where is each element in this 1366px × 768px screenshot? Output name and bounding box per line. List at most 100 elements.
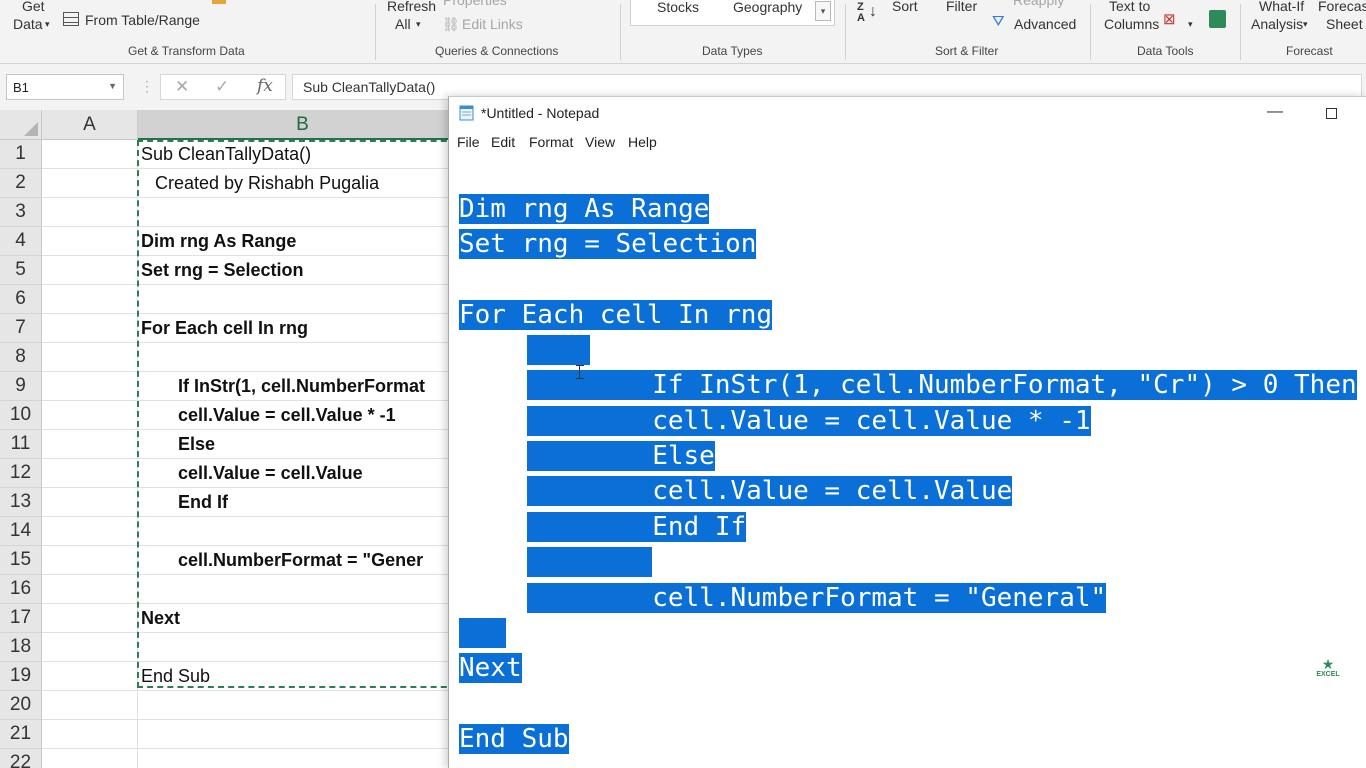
notepad-menu-bar: File Edit Format View Help [449, 129, 1366, 155]
reapply-button[interactable]: Reapply [1013, 0, 1064, 8]
row-header[interactable]: 14 [0, 517, 42, 546]
notepad-window[interactable]: *Untitled - Notepad — File Edit Format V… [448, 96, 1366, 768]
group-label-forecast: Forecast [1286, 44, 1333, 58]
notepad-title-bar[interactable]: *Untitled - Notepad — [449, 97, 1366, 129]
row-header[interactable]: 20 [0, 691, 42, 720]
notepad-icon [459, 105, 474, 121]
menu-file[interactable]: File [457, 134, 480, 150]
notepad-text-area[interactable]: Dim rng As Range Set rng = Selection For… [449, 155, 1366, 768]
row-header[interactable]: 19 [0, 662, 42, 691]
row-header[interactable]: 16 [0, 575, 42, 604]
properties-button[interactable]: Properties [443, 0, 507, 8]
enter-icon[interactable]: ✓ [215, 77, 229, 97]
insert-function-icon[interactable]: fx [257, 76, 273, 96]
get-data-button[interactable]: Get [22, 0, 45, 14]
code-line: If InStr(1, cell.NumberFormat, "Cr") > 0… [527, 367, 1357, 403]
from-table-range-button[interactable]: From Table/Range [85, 12, 200, 28]
menu-view[interactable]: View [585, 134, 615, 150]
edit-links-button[interactable]: Edit Links [462, 16, 523, 32]
forecast-sheet-label[interactable]: Sheet [1326, 16, 1363, 32]
forecast-sheet-button[interactable]: Forecast [1318, 0, 1366, 14]
edit-links-icon: ⛓ [442, 16, 460, 32]
advanced-filter-icon: ⛛ [992, 13, 1005, 30]
code-line: Else [527, 438, 715, 474]
selected-text: For Each cell In rng [459, 300, 773, 330]
existing-connections-icon[interactable] [212, 0, 226, 4]
group-label-get-transform: Get & Transform Data [128, 44, 245, 58]
menu-help[interactable]: Help [628, 134, 657, 150]
maximize-button[interactable] [1317, 101, 1345, 125]
selected-text: Next [459, 653, 522, 683]
notepad-title: *Untitled - Notepad [481, 105, 600, 121]
chevron-down-icon[interactable]: ▾ [1188, 16, 1193, 32]
formula-bar-buttons: ✕ ✓ fx [160, 74, 286, 100]
row-header[interactable]: 3 [0, 198, 42, 227]
row-header[interactable]: 10 [0, 401, 42, 430]
group-separator [1240, 4, 1241, 60]
code-line [527, 544, 653, 580]
select-all-button[interactable] [0, 110, 42, 140]
sort-z-to-a-icon[interactable]: ZA [857, 2, 865, 24]
sort-button[interactable]: Sort [892, 0, 918, 14]
row-header[interactable]: 22 [0, 749, 42, 768]
minimize-button[interactable]: — [1261, 101, 1289, 125]
row-header[interactable]: 15 [0, 546, 42, 575]
refresh-all-button[interactable]: Refresh [387, 0, 436, 14]
code-line: Dim rng As Range [459, 191, 710, 227]
geography-data-type[interactable]: Geography [733, 0, 802, 15]
row-header[interactable]: 17 [0, 604, 42, 633]
text-cursor-icon [576, 365, 584, 379]
row-header[interactable]: 6 [0, 285, 42, 314]
selected-text: cell.Value = cell.Value * -1 [527, 406, 1091, 436]
data-model-icon[interactable] [1209, 10, 1226, 28]
row-header[interactable]: 4 [0, 227, 42, 256]
row-header[interactable]: 21 [0, 720, 42, 749]
cancel-icon[interactable]: ✕ [175, 77, 189, 97]
row-header[interactable]: 1 [0, 140, 42, 169]
spreadsheet-grid[interactable]: A B 1 2 3 4 5 6 7 8 9 10 11 12 13 14 15 … [0, 110, 460, 768]
group-separator [1090, 4, 1091, 60]
formula-bar-grip-icon[interactable]: ⋮ [140, 78, 154, 95]
group-label-data-tools: Data Tools [1137, 44, 1194, 58]
filter-button[interactable]: Filter [946, 0, 977, 14]
menu-format[interactable]: Format [529, 134, 573, 150]
code-line: cell.Value = cell.Value [527, 473, 1013, 509]
column-header-a[interactable]: A [42, 110, 138, 140]
gridline [42, 748, 460, 749]
selected-text: cell.NumberFormat = "General" [527, 583, 1107, 613]
name-box[interactable]: B1 ▼ [6, 74, 124, 100]
code-line: Set rng = Selection [459, 226, 757, 262]
selected-text: Set rng = Selection [459, 229, 757, 259]
advanced-filter-button[interactable]: Advanced [1014, 16, 1076, 32]
get-data-button-label[interactable]: Data [13, 16, 43, 32]
chevron-down-icon[interactable]: ▾ [1303, 16, 1308, 32]
refresh-all-label[interactable]: All [395, 16, 411, 32]
row-header[interactable]: 18 [0, 633, 42, 662]
excel-logo-watermark: ★ EXCEL [1311, 657, 1345, 697]
column-header-b[interactable]: B [138, 110, 460, 140]
remove-duplicates-icon[interactable]: ⊠ [1163, 12, 1176, 28]
what-if-analysis-label[interactable]: Analysis [1251, 16, 1303, 32]
row-header[interactable]: 5 [0, 256, 42, 285]
text-to-columns-button[interactable]: Text to [1109, 0, 1150, 14]
row-header[interactable]: 11 [0, 430, 42, 459]
row-header[interactable]: 2 [0, 169, 42, 198]
row-header[interactable]: 9 [0, 372, 42, 401]
menu-edit[interactable]: Edit [491, 134, 515, 150]
code-line: cell.NumberFormat = "General" [527, 580, 1107, 616]
code-line: cell.Value = cell.Value * -1 [527, 403, 1091, 439]
gallery-expand-icon[interactable]: ▾ [815, 1, 831, 21]
sort-arrow-icon: ↓ [869, 3, 877, 20]
row-header[interactable]: 7 [0, 314, 42, 343]
data-types-gallery[interactable]: Stocks Geography ▾ [630, 0, 835, 26]
selected-text [527, 335, 590, 365]
text-to-columns-label[interactable]: Columns [1104, 16, 1159, 32]
stocks-data-type[interactable]: Stocks [657, 0, 699, 15]
what-if-analysis-button[interactable]: What-If [1259, 0, 1304, 14]
row-header[interactable]: 8 [0, 343, 42, 372]
chevron-down-icon[interactable]: ▾ [416, 16, 421, 32]
row-header[interactable]: 12 [0, 459, 42, 488]
chevron-down-icon[interactable]: ▾ [45, 16, 50, 32]
row-header[interactable]: 13 [0, 488, 42, 517]
chevron-down-icon[interactable]: ▼ [108, 81, 117, 91]
